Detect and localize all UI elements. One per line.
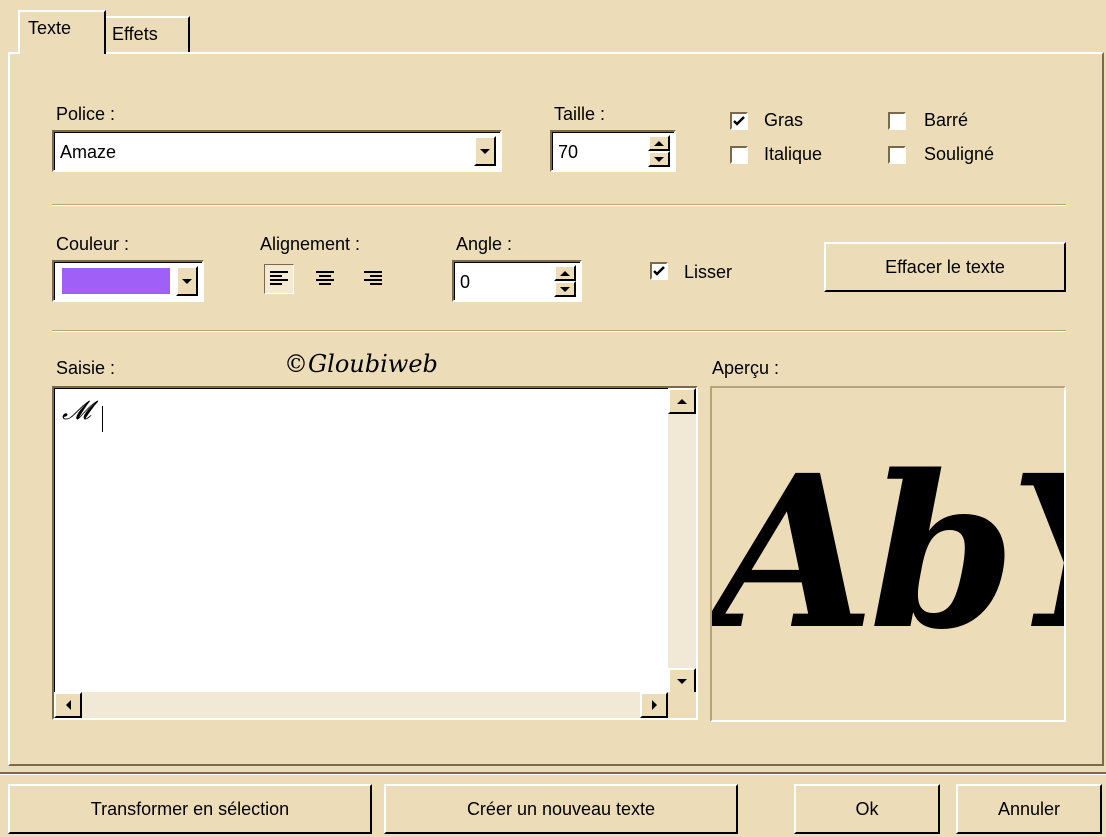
taille-spinner[interactable]: 70: [550, 130, 676, 172]
couleur-dropdown-button[interactable]: [176, 266, 198, 296]
preview-text: AbY: [712, 429, 1064, 676]
police-dropdown-button[interactable]: [474, 136, 496, 166]
ok-button[interactable]: Ok: [794, 784, 940, 834]
horizontal-scrollbar[interactable]: [54, 692, 668, 718]
saisie-textarea[interactable]: 𝓜: [52, 386, 698, 720]
couleur-select[interactable]: [52, 260, 204, 302]
arrow-up-icon: [677, 398, 687, 404]
arrow-down-icon: [677, 678, 687, 684]
angle-up-button[interactable]: [554, 265, 576, 281]
souligne-label: Souligné: [924, 144, 995, 164]
arrow-right-icon: [651, 700, 657, 710]
align-right-button[interactable]: [358, 264, 388, 294]
gras-label: Gras: [764, 110, 804, 130]
align-right-icon: [364, 271, 382, 285]
gras-checkbox[interactable]: [730, 112, 748, 130]
arrow-down-icon: [560, 286, 570, 292]
police-value: Amaze: [60, 142, 117, 162]
angle-spinner[interactable]: 0: [452, 260, 582, 302]
tab-effets[interactable]: Effets: [104, 16, 190, 52]
taille-value: 70: [558, 142, 579, 162]
arrow-down-icon: [654, 156, 664, 162]
angle-label: Angle :: [456, 234, 513, 254]
apercu-label: Aperçu :: [712, 358, 780, 378]
scrollbar-corner: [668, 692, 696, 718]
alignement-label: Alignement :: [260, 234, 361, 254]
watermark: ©Gloubiweb: [284, 350, 438, 378]
taille-down-button[interactable]: [648, 151, 670, 167]
italique-label: Italique: [764, 144, 823, 164]
scroll-right-button[interactable]: [640, 692, 668, 718]
lisser-label: Lisser: [684, 262, 733, 282]
chevron-down-icon: [182, 278, 192, 284]
apercu-preview: AbY: [710, 386, 1066, 722]
align-center-button[interactable]: [310, 264, 340, 294]
arrow-up-icon: [560, 270, 570, 276]
tab-texte[interactable]: Texte: [18, 10, 106, 54]
barre-label: Barré: [924, 110, 969, 130]
effacer-texte-label: Effacer le texte: [885, 256, 1005, 277]
police-label: Police :: [56, 104, 116, 124]
arrow-left-icon: [65, 700, 71, 710]
effacer-texte-button[interactable]: Effacer le texte: [824, 242, 1066, 292]
scroll-up-button[interactable]: [668, 388, 696, 414]
saisie-label: Saisie :: [56, 358, 116, 378]
saisie-text: 𝓜: [62, 396, 92, 426]
arrow-up-icon: [654, 140, 664, 146]
taille-up-button[interactable]: [648, 135, 670, 151]
tab-texte-label: Texte: [28, 18, 72, 38]
scroll-left-button[interactable]: [54, 692, 82, 718]
italique-checkbox[interactable]: [730, 146, 748, 164]
scroll-down-button[interactable]: [668, 668, 696, 694]
footer-separator: [0, 772, 1106, 775]
checkmark-icon: [653, 266, 665, 276]
transformer-selection-label: Transformer en sélection: [90, 798, 290, 819]
lisser-checkbox[interactable]: [650, 262, 668, 280]
ok-label: Ok: [855, 798, 879, 819]
angle-value: 0: [460, 272, 471, 292]
checkmark-icon: [733, 116, 745, 126]
angle-down-button[interactable]: [554, 281, 576, 297]
align-center-icon: [316, 271, 334, 285]
transformer-selection-button[interactable]: Transformer en sélection: [8, 784, 372, 834]
tab-effets-label: Effets: [112, 24, 158, 44]
annuler-button[interactable]: Annuler: [956, 784, 1102, 834]
separator-2: [52, 330, 1066, 332]
couleur-label: Couleur :: [56, 234, 130, 254]
police-select[interactable]: Amaze: [52, 130, 502, 172]
annuler-label: Annuler: [997, 798, 1061, 819]
souligne-checkbox[interactable]: [888, 146, 906, 164]
taille-label: Taille :: [554, 104, 606, 124]
vertical-scrollbar[interactable]: [668, 388, 696, 694]
chevron-down-icon: [480, 148, 490, 154]
align-left-button[interactable]: [264, 264, 294, 294]
creer-nouveau-texte-label: Créer un nouveau texte: [466, 798, 656, 819]
color-swatch: [62, 268, 170, 294]
text-cursor: [102, 406, 103, 432]
separator-1: [52, 204, 1066, 206]
creer-nouveau-texte-button[interactable]: Créer un nouveau texte: [384, 784, 738, 834]
barre-checkbox[interactable]: [888, 112, 906, 130]
align-left-icon: [270, 271, 288, 285]
